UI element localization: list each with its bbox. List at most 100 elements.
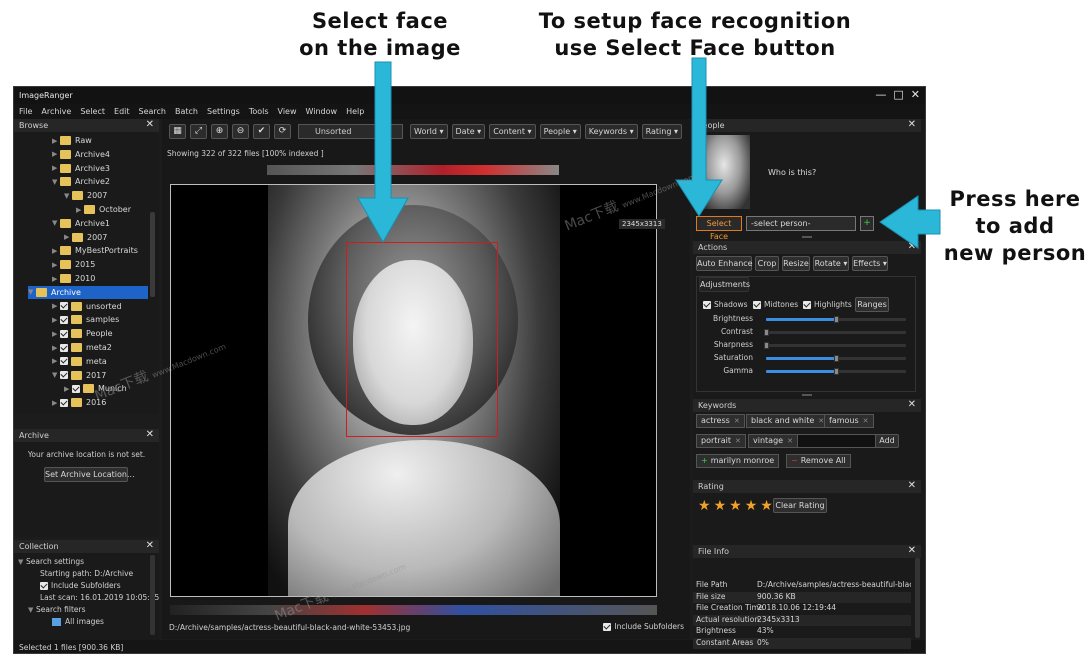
maximize-icon[interactable]: □ — [893, 89, 903, 101]
tree-item[interactable]: ▶ Raw — [52, 134, 92, 147]
tree-item[interactable]: ▶ unsorted — [52, 300, 122, 313]
refresh-icon[interactable]: ⟳ — [274, 123, 291, 139]
action-resize-button[interactable]: Resize — [782, 256, 810, 271]
filter-dropdown-people[interactable]: People ▾ — [539, 123, 581, 139]
tree-item[interactable]: ▶ 2007 — [64, 231, 107, 244]
filmstrip-top[interactable] — [267, 165, 559, 175]
menu-item-window[interactable]: Window — [306, 107, 338, 116]
add-person-button[interactable]: + — [860, 216, 874, 231]
filmstrip-bottom[interactable] — [170, 605, 657, 615]
close-icon[interactable]: ✕ — [146, 119, 154, 130]
close-icon[interactable]: ✕ — [146, 429, 154, 440]
close-icon[interactable]: ✕ — [908, 399, 916, 410]
tree-item[interactable]: ▼ Archive2 — [52, 175, 110, 188]
action-effects-button[interactable]: Effects ▾ — [852, 256, 888, 271]
chevron-right-icon[interactable]: ▶ — [52, 344, 60, 352]
fit-icon[interactable]: ⤢ — [190, 123, 207, 139]
star-icon[interactable]: ★ — [760, 499, 773, 513]
sort-dropdown[interactable]: Unsorted — [298, 123, 403, 139]
grid-icon[interactable]: ▦ — [169, 123, 186, 139]
chevron-down-icon[interactable]: ▼ — [28, 288, 36, 296]
browse-scrollbar[interactable] — [150, 212, 155, 297]
close-icon[interactable]: ✕ — [908, 545, 916, 556]
tree-item[interactable]: ▶ MyBestPortraits — [52, 244, 138, 257]
menu-item-batch[interactable]: Batch — [175, 107, 198, 116]
tree-item[interactable]: ▶ Archive3 — [52, 162, 110, 175]
menu-item-file[interactable]: File — [19, 107, 32, 116]
filter-dropdown-world[interactable]: World ▾ — [410, 123, 448, 139]
menu-item-view[interactable]: View — [278, 107, 297, 116]
remove-all-button[interactable]: − Remove All — [786, 454, 851, 468]
checkbox-icon[interactable] — [60, 302, 68, 311]
check-highlights[interactable]: Highlights — [803, 300, 852, 309]
collection-scrollbar[interactable] — [150, 555, 155, 635]
tree-item[interactable]: ▶ meta — [52, 355, 107, 368]
tree-item[interactable]: ▼ 2007 — [64, 189, 107, 202]
chevron-down-icon[interactable]: ▼ — [52, 371, 60, 379]
tab-adjustments[interactable]: Adjustments — [699, 277, 750, 292]
checkbox-icon[interactable] — [60, 357, 68, 366]
checkbox-icon[interactable] — [60, 343, 68, 352]
keyword-tag[interactable]: actress ✕ — [696, 414, 745, 428]
clear-rating-button[interactable]: Clear Rating — [773, 498, 827, 513]
checkbox-icon[interactable] — [60, 371, 68, 380]
close-icon[interactable]: ✕ — [146, 540, 154, 551]
action-rotate-button[interactable]: Rotate ▾ — [813, 256, 849, 271]
face-selection-rectangle[interactable] — [346, 242, 498, 437]
chevron-right-icon[interactable]: ▶ — [52, 137, 60, 145]
star-icon[interactable]: ★ — [698, 499, 711, 513]
keyword-tag[interactable]: vintage ✕ — [748, 434, 798, 448]
menu-item-select[interactable]: Select — [80, 107, 105, 116]
slider-brightness[interactable] — [766, 316, 906, 323]
add-keyword-button[interactable]: Add — [875, 434, 899, 448]
close-icon[interactable]: ✕ — [911, 89, 920, 101]
filter-dropdown-rating[interactable]: Rating ▾ — [641, 123, 682, 139]
check-icon[interactable]: ✔ — [253, 123, 270, 139]
chevron-down-icon[interactable]: ▼ — [52, 219, 60, 227]
slider-knob[interactable] — [834, 368, 839, 375]
star-icon[interactable]: ★ — [729, 499, 742, 513]
slider-contrast[interactable] — [764, 329, 906, 336]
keyword-tag[interactable]: portrait ✕ — [696, 434, 746, 448]
close-icon[interactable]: ✕ — [735, 437, 741, 445]
checkbox-icon[interactable] — [72, 384, 80, 393]
tree-item[interactable]: ▼ 2017 — [52, 369, 106, 382]
chevron-right-icon[interactable]: ▶ — [52, 357, 60, 365]
filter-dropdown-date[interactable]: Date ▾ — [451, 123, 486, 139]
tree-item[interactable]: ▶ Archive4 — [52, 148, 110, 161]
face-thumbnail[interactable] — [698, 135, 750, 209]
action-auto-enhance-button[interactable]: Auto Enhance — [696, 256, 753, 271]
keyword-tag[interactable]: famous ✕ — [824, 414, 874, 428]
star-icon[interactable]: ★ — [714, 499, 727, 513]
action-crop-button[interactable]: Crop — [755, 256, 779, 271]
menu-item-settings[interactable]: Settings — [207, 107, 240, 116]
close-icon[interactable]: ✕ — [908, 241, 916, 252]
chevron-right-icon[interactable]: ▶ — [52, 399, 60, 407]
tree-item[interactable]: ▶ 2015 — [52, 258, 95, 271]
chevron-right-icon[interactable]: ▶ — [64, 233, 72, 241]
tree-item[interactable]: ▶ samples — [52, 313, 119, 326]
slider-saturation[interactable] — [766, 355, 906, 362]
chevron-right-icon[interactable]: ▶ — [52, 316, 60, 324]
search-filters-row[interactable]: ▼ Search filters — [28, 605, 86, 614]
select-person-dropdown[interactable]: -select person- — [746, 216, 856, 231]
filter-dropdown-content[interactable]: Content ▾ — [489, 123, 536, 139]
image-viewer[interactable] — [170, 184, 657, 597]
close-icon[interactable]: ✕ — [863, 417, 869, 425]
chevron-right-icon[interactable]: ▶ — [52, 164, 60, 172]
zoom-in-icon[interactable]: ⊕ — [211, 123, 228, 139]
menu-item-tools[interactable]: Tools — [249, 107, 269, 116]
chevron-right-icon[interactable]: ▶ — [52, 261, 60, 269]
close-icon[interactable]: ✕ — [908, 480, 916, 491]
checkbox-icon[interactable] — [803, 300, 811, 309]
filter-dropdown-keywords[interactable]: Keywords ▾ — [584, 123, 638, 139]
chevron-right-icon[interactable]: ▶ — [52, 330, 60, 338]
menu-item-edit[interactable]: Edit — [114, 107, 130, 116]
tree-item[interactable]: ▶ 2010 — [52, 272, 95, 285]
keyword-input[interactable] — [797, 434, 877, 448]
zoom-out-icon[interactable]: ⊖ — [232, 123, 249, 139]
chevron-right-icon[interactable]: ▶ — [52, 150, 60, 158]
chevron-down-icon[interactable]: ▼ — [64, 192, 72, 200]
slider-knob[interactable] — [764, 342, 769, 349]
chevron-right-icon[interactable]: ▶ — [76, 206, 84, 214]
